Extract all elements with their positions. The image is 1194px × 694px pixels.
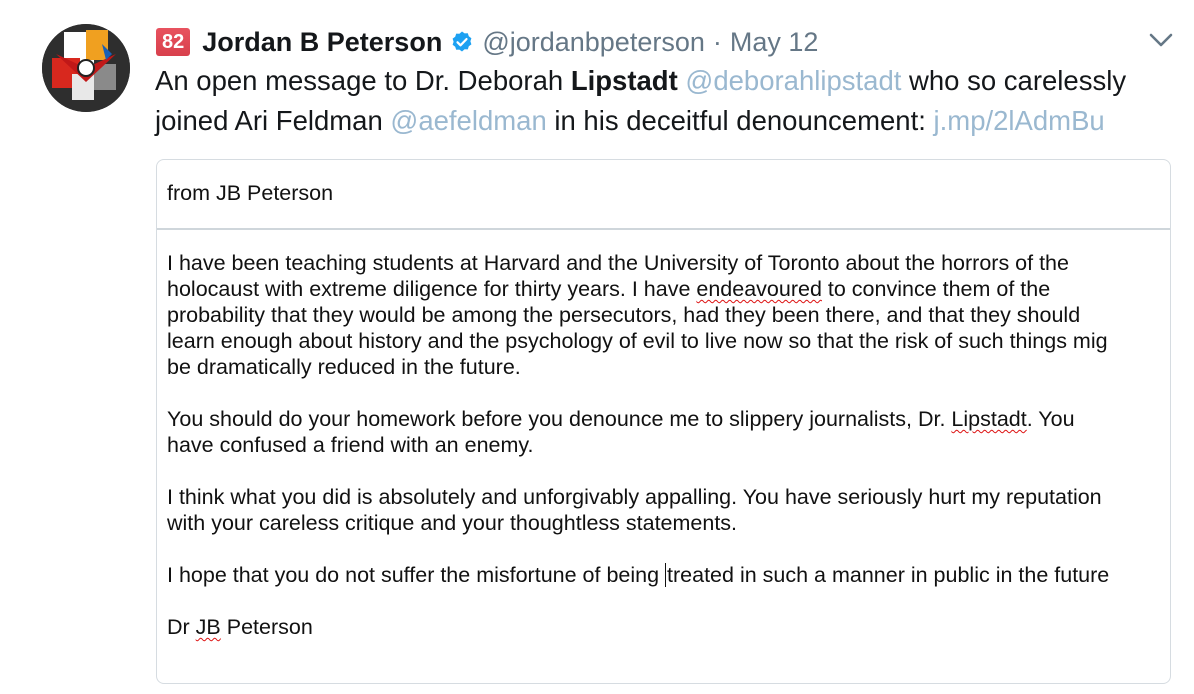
letter-line: probability that they would be among the… xyxy=(167,303,1081,327)
letter-line: learn enough about history and the psych… xyxy=(167,329,1108,353)
signature-text: Dr xyxy=(167,615,196,639)
tweet-text-bold: Lipstadt xyxy=(570,65,678,96)
signature-text: Peterson xyxy=(220,615,313,639)
letter-line: You should do your homework before you d… xyxy=(167,407,952,431)
letter-line: I think what you did is absolutely and u… xyxy=(167,485,1102,509)
letter-line: treated in such a manner in public in th… xyxy=(667,563,1110,587)
letter-from: from JB Peterson xyxy=(157,160,1170,230)
letter-signature: Dr JB Peterson xyxy=(167,614,1170,640)
url-link[interactable]: j.mp/2lAdmBu xyxy=(934,105,1105,136)
letter-line: have confused a friend with an enemy. xyxy=(167,433,534,457)
tweet-date[interactable]: May 12 xyxy=(730,27,819,58)
tweet-text-part: in his deceitful denouncement: xyxy=(546,105,934,136)
chevron-down-icon[interactable] xyxy=(1148,30,1174,50)
attached-image[interactable]: from JB Peterson I have been teaching st… xyxy=(156,159,1171,684)
text-cursor xyxy=(665,563,667,587)
letter-paragraph: I think what you did is absolutely and u… xyxy=(167,484,1170,536)
letter-line: with your careless critique and your tho… xyxy=(167,511,738,535)
letter-paragraph: I have been teaching students at Harvard… xyxy=(167,250,1170,380)
tweet-header: 82 Jordan B Peterson @jordanbpeterson · … xyxy=(156,20,1134,64)
letter-paragraph: You should do your homework before you d… xyxy=(167,406,1170,458)
misspelled-word: endeavoured xyxy=(696,277,822,301)
tweet-text: An open message to Dr. Deborah Lipstadt … xyxy=(155,61,1155,141)
notification-badge[interactable]: 82 xyxy=(156,28,191,56)
letter-line: I have been teaching students at Harvard… xyxy=(167,251,1069,275)
verified-badge-icon xyxy=(450,30,474,54)
letter-line: holocaust with extreme diligence for thi… xyxy=(167,277,697,301)
letter-line: I hope that you do not suffer the misfor… xyxy=(167,563,666,587)
mention-link[interactable]: @aefeldman xyxy=(390,105,546,136)
letter-line: be dramatically reduced in the future. xyxy=(167,355,521,379)
letter-line: to convince them of the xyxy=(821,277,1051,301)
avatar-image xyxy=(42,24,130,112)
avatar[interactable] xyxy=(42,24,130,112)
mention-link[interactable]: @deborahlipstadt xyxy=(685,65,901,96)
letter-line: . You xyxy=(1026,407,1075,431)
tweet-text-part: An open message to Dr. Deborah xyxy=(155,65,571,96)
letter-body: I have been teaching students at Harvard… xyxy=(157,230,1170,640)
author-handle[interactable]: @jordanbpeterson xyxy=(482,27,705,58)
separator: · xyxy=(712,26,722,57)
letter-paragraph: I hope that you do not suffer the misfor… xyxy=(167,562,1170,588)
misspelled-word: Lipstadt xyxy=(951,407,1027,431)
author-name[interactable]: Jordan B Peterson xyxy=(202,27,442,58)
misspelled-word: JB xyxy=(195,615,221,639)
